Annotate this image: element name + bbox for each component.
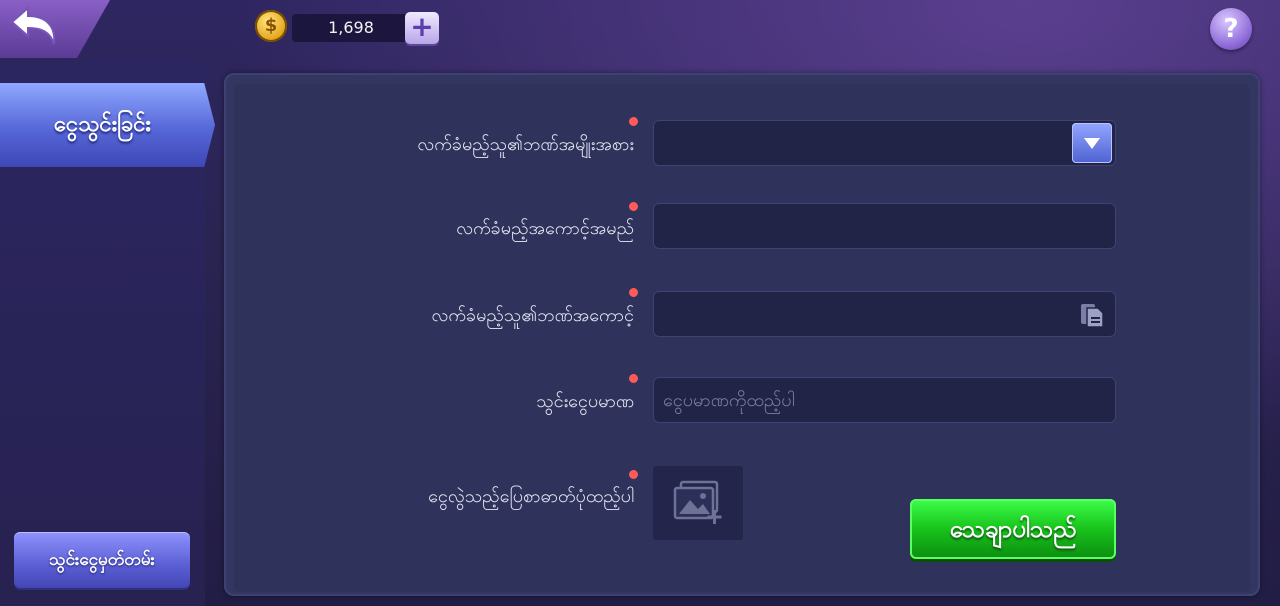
question-icon: ?	[1223, 14, 1239, 44]
tab-deposit-label: ငွေသွင်းခြင်း	[53, 112, 152, 137]
amount-input[interactable]	[663, 377, 1103, 423]
help-button[interactable]: ?	[1210, 8, 1252, 50]
amount-label: သွင်းငွေပမာဏ	[536, 391, 634, 412]
recipient-bank-label: လက်ခံမည့်သူ၏ဘဏ်အမျိုးအစား	[417, 134, 634, 155]
recipient-account-field[interactable]	[653, 291, 1116, 337]
tab-deposit[interactable]: ငွေသွင်းခြင်း	[0, 83, 215, 167]
top-bar: $ 1,698 + ?	[0, 0, 1280, 60]
back-button[interactable]	[0, 0, 110, 58]
deposit-history-label: သွင်းငွေမှတ်တမ်း	[49, 550, 155, 570]
confirm-label: သေချာပါသည်	[949, 515, 1077, 543]
coin-icon: $	[255, 10, 287, 42]
required-dot	[629, 202, 638, 211]
plus-icon: +	[410, 10, 434, 43]
add-funds-button[interactable]: +	[405, 12, 439, 44]
balance-value: 1,698	[328, 18, 374, 37]
confirm-button[interactable]: သေချာပါသည်	[910, 499, 1116, 559]
recipient-account-label: လက်ခံမည့်သူ၏ဘဏ်အကောင့်	[431, 305, 635, 326]
amount-field[interactable]	[653, 377, 1116, 423]
required-dot	[629, 470, 638, 479]
receipt-upload[interactable]	[653, 466, 743, 540]
back-arrow-icon	[10, 5, 56, 45]
deposit-history-button[interactable]: သွင်းငွေမှတ်တမ်း	[14, 532, 190, 588]
image-upload-icon	[673, 480, 722, 524]
required-dot	[629, 374, 638, 383]
recipient-bank-select[interactable]	[653, 120, 1116, 166]
recipient-name-field[interactable]	[653, 203, 1116, 249]
required-dot	[629, 117, 638, 126]
chevron-down-icon[interactable]	[1072, 123, 1112, 163]
receipt-label: ငွေလွဲသည့်ပြေစာဓာတ်ပုံထည့်ပါ	[428, 486, 634, 507]
recipient-name-label: လက်ခံမည့်အကောင့်အမည်	[456, 218, 634, 239]
balance-display: 1,698	[292, 14, 410, 42]
paste-icon[interactable]	[1078, 301, 1106, 329]
required-dot	[629, 288, 638, 297]
